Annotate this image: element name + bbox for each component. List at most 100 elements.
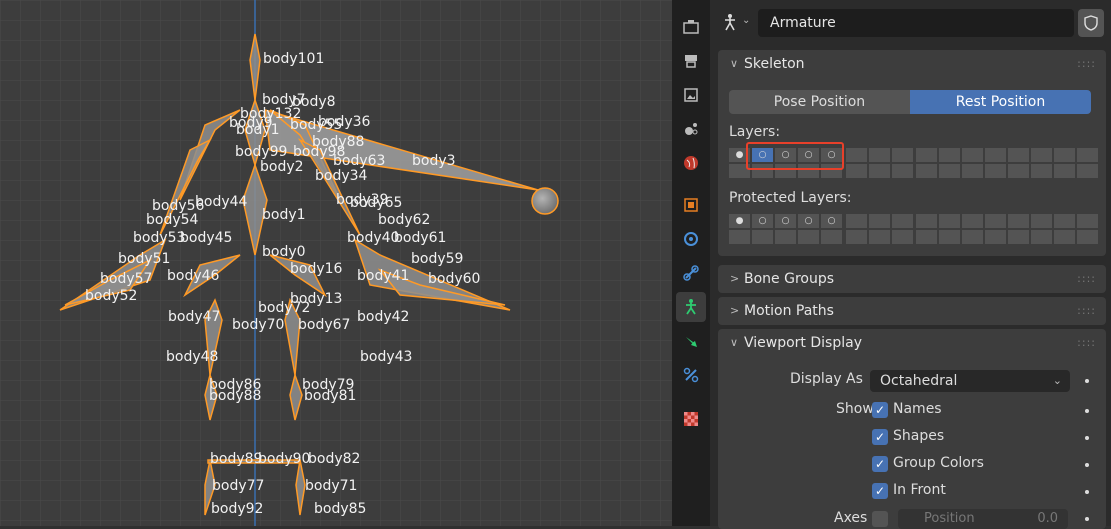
names-checkbox[interactable]: ✓ <box>872 402 888 418</box>
protected-layer-17[interactable] <box>729 230 750 244</box>
protected-layer-28[interactable] <box>985 230 1006 244</box>
protected-layer-7[interactable] <box>869 214 890 228</box>
chevron-down-icon[interactable]: ⌄ <box>742 15 750 26</box>
tab-view-layer[interactable] <box>676 114 706 144</box>
display-as-dropdown[interactable]: Octahedral ⌄ <box>870 370 1070 392</box>
viewport-display-panel-header[interactable]: ∨ Viewport Display :::: <box>718 329 1106 357</box>
protected-layer-20[interactable] <box>798 230 819 244</box>
layer-6[interactable] <box>846 148 867 162</box>
protected-layer-10[interactable] <box>939 214 960 228</box>
animate-dot[interactable] <box>1085 517 1089 521</box>
protected-layer-24[interactable] <box>892 230 913 244</box>
tab-constraints[interactable] <box>676 258 706 288</box>
motion-paths-panel-header[interactable]: > Motion Paths :::: <box>718 297 1106 325</box>
animate-dot[interactable] <box>1085 490 1089 494</box>
group-colors-checkbox[interactable]: ✓ <box>872 456 888 472</box>
protected-layer-1[interactable]: ● <box>729 214 750 228</box>
tab-render[interactable] <box>676 46 706 76</box>
bone-body3-tail-joint[interactable] <box>531 187 559 215</box>
layer-29[interactable] <box>1008 164 1029 178</box>
view-layer-icon <box>685 123 698 135</box>
protected-layer-19[interactable] <box>775 230 796 244</box>
layer-23[interactable] <box>869 164 890 178</box>
motion-paths-panel[interactable]: > Motion Paths :::: <box>718 297 1106 325</box>
protected-layer-12[interactable] <box>985 214 1006 228</box>
axes-position-field[interactable]: Position 0.0 <box>898 509 1068 529</box>
layer-27[interactable] <box>962 164 983 178</box>
layer-31[interactable] <box>1054 164 1075 178</box>
protected-layer-14[interactable] <box>1031 214 1052 228</box>
protected-layer-4[interactable]: ○ <box>798 214 819 228</box>
axes-checkbox[interactable] <box>872 511 888 527</box>
drag-grip-icon[interactable]: :::: <box>1077 265 1096 293</box>
layer-25[interactable] <box>916 164 937 178</box>
protected-layer-3[interactable]: ○ <box>775 214 796 228</box>
animate-dot[interactable] <box>1085 379 1089 383</box>
protected-layer-32[interactable] <box>1077 230 1098 244</box>
layer-26[interactable] <box>939 164 960 178</box>
bone-label: body88 <box>209 388 261 404</box>
layer-10[interactable] <box>939 148 960 162</box>
protected-layer-9[interactable] <box>916 214 937 228</box>
protected-layer-11[interactable] <box>962 214 983 228</box>
protected-layer-30[interactable] <box>1031 230 1052 244</box>
protected-layer-13[interactable] <box>1008 214 1029 228</box>
layer-9[interactable] <box>916 148 937 162</box>
protected-layer-27[interactable] <box>962 230 983 244</box>
drag-grip-icon[interactable]: :::: <box>1077 50 1096 78</box>
protected-layer-16[interactable] <box>1077 214 1098 228</box>
3d-viewport[interactable]: body101 body7 body8 body132 body9 body1 … <box>0 0 672 526</box>
layer-8[interactable] <box>892 148 913 162</box>
protected-layer-26[interactable] <box>939 230 960 244</box>
protected-layer-25[interactable] <box>916 230 937 244</box>
layer-32[interactable] <box>1077 164 1098 178</box>
skeleton-panel-header[interactable]: ∨ Skeleton :::: <box>718 50 1106 78</box>
display-as-value: Octahedral <box>880 373 958 389</box>
protected-layer-15[interactable] <box>1054 214 1075 228</box>
protected-layer-18[interactable] <box>752 230 773 244</box>
bone-groups-panel-header[interactable]: > Bone Groups :::: <box>718 265 1106 293</box>
tab-physics[interactable] <box>676 224 706 254</box>
protected-layer-21[interactable] <box>821 230 842 244</box>
protected-layer-23[interactable] <box>869 230 890 244</box>
protected-layer-31[interactable] <box>1054 230 1075 244</box>
protected-layer-8[interactable] <box>892 214 913 228</box>
layer-15[interactable] <box>1054 148 1075 162</box>
layer-13[interactable] <box>1008 148 1029 162</box>
shapes-checkbox[interactable]: ✓ <box>872 429 888 445</box>
layer-22[interactable] <box>846 164 867 178</box>
tab-bone-constraints[interactable] <box>676 360 706 390</box>
animate-dot[interactable] <box>1085 463 1089 467</box>
bone-label: body77 <box>212 478 264 494</box>
protected-layer-5[interactable]: ○ <box>821 214 842 228</box>
protected-layer-22[interactable] <box>846 230 867 244</box>
tab-tool[interactable] <box>676 12 706 42</box>
layer-7[interactable] <box>869 148 890 162</box>
animate-dot[interactable] <box>1085 436 1089 440</box>
in-front-checkbox[interactable]: ✓ <box>872 483 888 499</box>
fake-user-shield-button[interactable] <box>1078 9 1104 37</box>
tab-texture[interactable] <box>676 404 706 434</box>
layer-24[interactable] <box>892 164 913 178</box>
tab-armature-data[interactable] <box>676 292 706 322</box>
layer-28[interactable] <box>985 164 1006 178</box>
tab-object[interactable] <box>676 190 706 220</box>
armature-name-field[interactable]: Armature <box>758 9 1074 37</box>
tab-output[interactable] <box>676 80 706 110</box>
layer-16[interactable] <box>1077 148 1098 162</box>
layer-11[interactable] <box>962 148 983 162</box>
protected-layer-29[interactable] <box>1008 230 1029 244</box>
protected-layer-6[interactable] <box>846 214 867 228</box>
rest-position-button[interactable]: Rest Position <box>910 90 1091 114</box>
layer-30[interactable] <box>1031 164 1052 178</box>
drag-grip-icon[interactable]: :::: <box>1077 329 1096 357</box>
tab-scene[interactable] <box>676 148 706 178</box>
layer-14[interactable] <box>1031 148 1052 162</box>
tab-bone[interactable] <box>676 326 706 356</box>
layer-12[interactable] <box>985 148 1006 162</box>
pose-position-button[interactable]: Pose Position <box>729 90 910 114</box>
animate-dot[interactable] <box>1085 409 1089 413</box>
protected-layer-2[interactable]: ○ <box>752 214 773 228</box>
drag-grip-icon[interactable]: :::: <box>1077 297 1096 325</box>
bone-groups-panel[interactable]: > Bone Groups :::: <box>718 265 1106 293</box>
